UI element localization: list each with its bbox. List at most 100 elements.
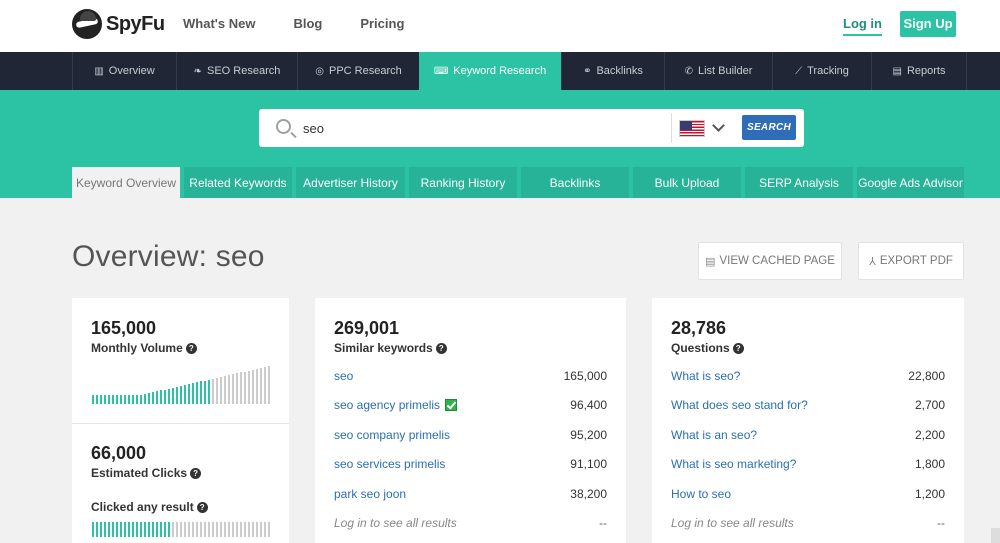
- sparkline-bar: [120, 395, 122, 404]
- sparkline-bar: [240, 372, 242, 404]
- tab-google-ads-advisor[interactable]: Google Ads Advisor: [857, 167, 964, 198]
- estimated-clicks-value: 66,000: [91, 443, 147, 463]
- signup-button[interactable]: Sign Up: [900, 11, 956, 37]
- list-item: What is an seo? 2,200: [671, 428, 945, 444]
- sparkline-bar: [152, 392, 154, 404]
- click-bar: [180, 522, 182, 537]
- click-bar: [100, 522, 102, 537]
- tab-bulk-upload[interactable]: Bulk Upload: [633, 167, 741, 198]
- spy-logo-icon: [72, 9, 102, 39]
- click-bar: [200, 522, 202, 537]
- keyword-link[interactable]: seo company primelis: [334, 428, 450, 442]
- tab-advertiser-history[interactable]: Advertiser History: [296, 167, 405, 198]
- help-icon[interactable]: ?: [196, 502, 208, 513]
- question-link[interactable]: What does seo stand for?: [671, 398, 808, 412]
- list-item: What does seo stand for? 2,700: [671, 398, 945, 414]
- help-icon[interactable]: ?: [435, 343, 447, 354]
- mainnav-backlinks[interactable]: ⚭ Backlinks: [561, 52, 664, 90]
- tab-ranking-history[interactable]: Ranking History: [409, 167, 517, 198]
- us-flag-icon[interactable]: [679, 120, 705, 137]
- login-to-see-all[interactable]: Log in to see all results: [671, 516, 794, 530]
- export-pdf-button[interactable]: ⅄ EXPORT PDF: [858, 242, 964, 280]
- click-bar: [92, 522, 94, 537]
- sparkline-bar: [200, 381, 202, 404]
- sparkline-bar: [136, 395, 138, 404]
- click-bar: [232, 522, 234, 537]
- click-bar: [108, 522, 110, 537]
- keyword-link[interactable]: seo: [334, 369, 353, 383]
- sparkline-bar: [128, 395, 130, 404]
- sparkline-bar: [176, 387, 178, 404]
- tab-backlinks[interactable]: Backlinks: [521, 167, 629, 198]
- tab-keyword-overview[interactable]: Keyword Overview: [72, 167, 180, 198]
- sparkline-bar: [264, 367, 266, 404]
- target-icon: ◎: [315, 65, 324, 77]
- click-bar: [236, 522, 238, 537]
- click-bar: [224, 522, 226, 537]
- footer-value: --: [937, 516, 945, 530]
- mainnav-keyword-research[interactable]: ⌨ Keyword Research: [419, 52, 561, 90]
- click-bar: [140, 522, 142, 537]
- question-link[interactable]: How to seo: [671, 487, 731, 501]
- question-link[interactable]: What is an seo?: [671, 428, 757, 442]
- chevron-down-icon[interactable]: [712, 119, 725, 132]
- sparkline-bar: [196, 382, 198, 404]
- keyword-link[interactable]: park seo joon: [334, 487, 406, 501]
- click-bar: [152, 522, 154, 537]
- click-bar: [148, 522, 150, 537]
- spyfu-logo[interactable]: SpyFu: [72, 8, 165, 40]
- mainnav-overview[interactable]: ▥ Overview: [72, 52, 176, 90]
- click-bar: [176, 522, 178, 537]
- click-bar: [208, 522, 210, 537]
- mainnav-ppc-research[interactable]: ◎ PPC Research: [297, 52, 419, 90]
- list-item: How to seo 1,200: [671, 487, 945, 503]
- keyword-link[interactable]: seo agency primelis: [334, 398, 458, 412]
- sparkline-bar: [96, 395, 98, 404]
- help-icon[interactable]: ?: [185, 343, 197, 354]
- click-bar: [144, 522, 146, 537]
- view-cached-page-button[interactable]: ▤ VIEW CACHED PAGE: [698, 242, 842, 280]
- sparkline-bar: [228, 375, 230, 404]
- scrollbar-corner[interactable]: [991, 528, 1000, 543]
- tab-related-keywords[interactable]: Related Keywords: [184, 167, 292, 198]
- click-bar: [184, 522, 186, 537]
- click-bar: [212, 522, 214, 537]
- click-bar: [220, 522, 222, 537]
- search-input[interactable]: [303, 119, 663, 137]
- tab-serp-analysis[interactable]: SERP Analysis: [745, 167, 853, 198]
- keyword-volume: 95,200: [570, 428, 607, 442]
- search-button[interactable]: SEARCH: [742, 115, 796, 140]
- help-icon[interactable]: ?: [190, 468, 202, 479]
- click-bar: [264, 522, 266, 537]
- nav-pricing[interactable]: Pricing: [360, 16, 404, 31]
- similar-keywords-count: 269,001: [334, 318, 400, 338]
- list-item: park seo joon 38,200: [334, 487, 607, 503]
- card-divider: [72, 423, 289, 424]
- question-link[interactable]: What is seo?: [671, 369, 740, 383]
- login-link[interactable]: Log in: [843, 16, 882, 36]
- help-icon[interactable]: ?: [732, 343, 744, 354]
- nav-whats-new[interactable]: What's New: [183, 16, 255, 31]
- keyword-link[interactable]: seo services primelis: [334, 457, 445, 471]
- sparkline-bar: [124, 395, 126, 404]
- click-bar: [248, 522, 250, 537]
- question-link[interactable]: What is seo marketing?: [671, 457, 796, 471]
- monthly-volume-sparkline: [92, 356, 270, 404]
- mainnav-label: SEO Research: [207, 65, 281, 77]
- click-bar: [252, 522, 254, 537]
- click-bar: [104, 522, 106, 537]
- document-icon: ▤: [892, 65, 902, 77]
- sparkline-bar: [220, 377, 222, 404]
- keyword-volume: 165,000: [563, 369, 607, 383]
- sparkline-bar: [188, 384, 190, 404]
- mainnav-list-builder[interactable]: ✆ List Builder: [664, 52, 772, 90]
- login-to-see-all[interactable]: Log in to see all results: [334, 516, 457, 530]
- sparkline-bar: [112, 395, 114, 404]
- nav-blog[interactable]: Blog: [293, 16, 322, 31]
- sparkline-bar: [248, 371, 250, 404]
- mainnav-seo-research[interactable]: ❧ SEO Research: [176, 52, 297, 90]
- mainnav-tracking[interactable]: ⟋ Tracking: [772, 52, 871, 90]
- list-item: seo agency primelis 96,400: [334, 398, 607, 414]
- sparkline-bar: [208, 380, 210, 404]
- mainnav-reports[interactable]: ▤ Reports: [871, 52, 967, 90]
